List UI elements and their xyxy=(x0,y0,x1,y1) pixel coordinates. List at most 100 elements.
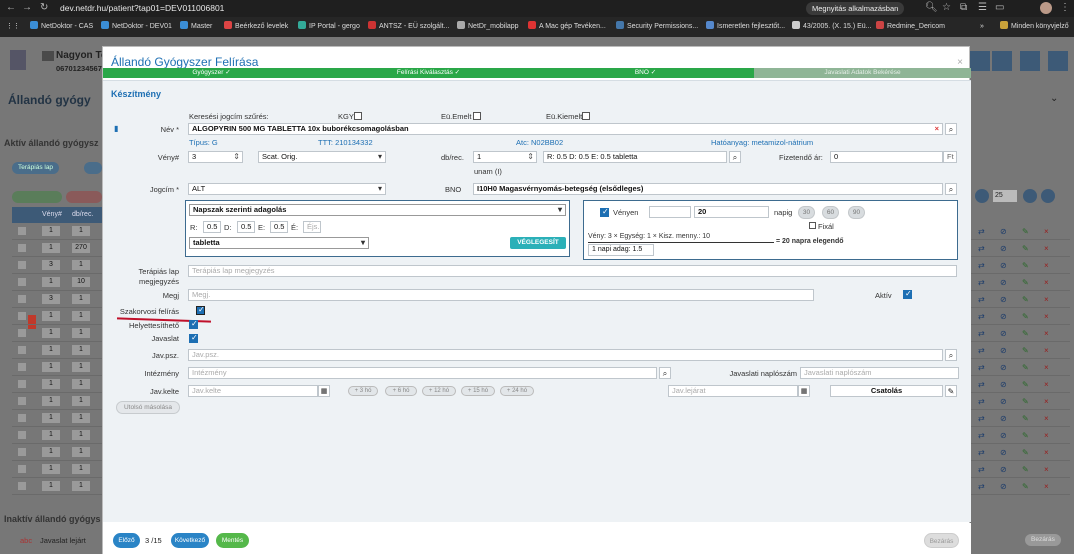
fizetendo-input[interactable]: 0 xyxy=(830,151,943,163)
all-bookmarks[interactable]: Minden könyvjelző xyxy=(1000,21,1069,33)
adagolas-input[interactable]: R: 0.5 D: 0.5 E: 0.5 tabletta xyxy=(543,151,727,163)
fizetendo-unit: Ft xyxy=(943,151,957,163)
bookmarks-overflow-icon[interactable]: » xyxy=(980,21,984,33)
bg-row-checkbox xyxy=(18,346,26,354)
swap-icon: ⇄ xyxy=(978,244,985,253)
address-bar[interactable]: dev.netdr.hu/patient?tap01=DEV011006801 xyxy=(60,0,224,17)
period-24-button[interactable]: + 24 hó xyxy=(500,386,534,396)
bookmark-9[interactable]: Security Permissions... xyxy=(616,21,698,33)
ttt-text: TTT: 210134332 xyxy=(318,138,373,147)
venyen-checkbox[interactable] xyxy=(600,207,609,217)
bno-search-icon[interactable]: ⌕ xyxy=(945,183,957,195)
szakorvosi-checkbox[interactable] xyxy=(196,305,205,315)
clear-icon[interactable]: × xyxy=(935,124,939,134)
r-input[interactable]: 0.5 xyxy=(203,221,221,233)
javkelte-input[interactable]: Jav.kelte xyxy=(188,385,318,397)
step-gyogyszer[interactable]: Gyógyszer ✓ xyxy=(103,68,320,78)
bookmark-label: Master xyxy=(191,23,213,30)
save-button[interactable]: Mentés xyxy=(216,533,249,548)
bookmark-7[interactable]: NetDr_mobilapp xyxy=(457,21,519,33)
intezmeny-input[interactable]: Intézmény xyxy=(188,367,657,379)
bookmark-label: A Mac gép Tevéken... xyxy=(539,23,606,30)
days-30-button[interactable]: 30 xyxy=(798,206,815,219)
adagolas-search-icon[interactable]: ⌕ xyxy=(729,151,741,163)
utolso-masolasa-button[interactable]: Utolsó másolása xyxy=(116,401,180,414)
javpsz-search-icon[interactable]: ⌕ xyxy=(945,349,957,361)
bookmark-8[interactable]: A Mac gép Tevéken... xyxy=(528,21,606,33)
e-input[interactable]: 0.5 xyxy=(270,221,288,233)
zoom-icon[interactable]: 🔍︎ xyxy=(925,2,938,13)
dosing-mode-select[interactable]: Napszak szerinti adagolás xyxy=(189,204,566,216)
nev-search-icon[interactable]: ⌕ xyxy=(945,123,957,135)
bno-input[interactable]: I10H0 Magasvérnyomás-betegség (elsődlege… xyxy=(473,183,943,195)
terapias-input[interactable]: Terápiás lap megjegyzés xyxy=(188,265,957,277)
bookmark-6[interactable]: ANTSZ - EÜ szolgált... xyxy=(368,21,449,33)
napig-input[interactable]: 20 xyxy=(694,206,769,218)
attach-icon[interactable]: ✎ xyxy=(945,385,957,397)
bg-row-veny: 1 xyxy=(42,396,60,406)
close-button[interactable]: Bezárás xyxy=(924,533,959,548)
eu-emelt-checkbox[interactable] xyxy=(473,112,481,120)
bg-row-veny: 1 xyxy=(42,362,60,372)
megj-input[interactable]: Megj. xyxy=(188,289,814,301)
formula-line xyxy=(588,242,774,243)
javaslat-checkbox[interactable] xyxy=(189,333,198,343)
helyettesitheto-checkbox[interactable] xyxy=(189,319,198,329)
javlejarat-calendar-icon[interactable]: ▦ xyxy=(798,385,810,397)
javpsz-input[interactable]: Jav.psz. xyxy=(188,349,943,361)
days-60-button[interactable]: 60 xyxy=(822,206,839,219)
avatar[interactable] xyxy=(1040,2,1052,14)
veny-type-select[interactable]: Scat. Orig. xyxy=(258,151,386,163)
hatoanyag-text: Hatóanyag: metamizol-nátrium xyxy=(711,138,814,147)
bookmark-1[interactable]: NetDoktor - CAS xyxy=(30,21,93,33)
reload-icon[interactable]: ↻ xyxy=(40,2,48,13)
dbrec-input[interactable]: 1 xyxy=(473,151,537,163)
unit-select[interactable]: tabletta xyxy=(189,237,369,249)
step-bno[interactable]: BNO ✓ xyxy=(537,68,754,78)
extensions-icon[interactable]: ⧉ xyxy=(960,2,967,13)
period-15-button[interactable]: + 15 hó xyxy=(461,386,495,396)
eu-kiemelt-checkbox[interactable] xyxy=(582,112,590,120)
step-javaslat[interactable]: Javaslati Adatok Bekérése xyxy=(754,68,971,78)
more-icon[interactable]: ⋮ xyxy=(1060,2,1070,13)
block-icon: ⊘ xyxy=(1000,261,1007,270)
prev-button[interactable]: Előző xyxy=(113,533,140,548)
step-feliras[interactable]: Felírási Kiválasztás ✓ xyxy=(320,68,537,78)
bookmark-5[interactable]: IP Portal - gergo xyxy=(298,21,360,33)
veny-input[interactable]: 3 xyxy=(188,151,243,163)
bookmark-3[interactable]: Master xyxy=(180,21,212,33)
modal-close-icon[interactable]: × xyxy=(957,57,963,68)
javkelte-calendar-icon[interactable]: ▦ xyxy=(318,385,330,397)
period-6-button[interactable]: + 6 hó xyxy=(385,386,417,396)
naplo-input[interactable]: Javaslati naplószám xyxy=(800,367,959,379)
back-icon[interactable]: ← xyxy=(6,2,16,13)
venyen-input[interactable] xyxy=(649,206,691,218)
nev-input[interactable]: ALGOPYRIN 500 MG TABLETTA 10x buborékcso… xyxy=(188,123,943,135)
menu-icon[interactable]: ☰ xyxy=(978,2,987,13)
open-in-app-button[interactable]: Megnyitás alkalmazásban xyxy=(806,2,905,15)
fixal-checkbox[interactable] xyxy=(809,222,816,229)
forward-icon[interactable]: → xyxy=(22,2,32,13)
intezmeny-search-icon[interactable]: ⌕ xyxy=(659,367,671,379)
bookmark-2[interactable]: NetDoktor - DEV01 xyxy=(101,21,172,33)
apps-icon[interactable]: ⋮⋮ xyxy=(6,21,20,33)
bookmark-11[interactable]: 43/2005. (X. 15.) Eü... xyxy=(792,21,872,33)
sidepanel-icon[interactable]: ▭ xyxy=(995,2,1004,13)
period-12-button[interactable]: + 12 hó xyxy=(422,386,456,396)
kgy-checkbox[interactable] xyxy=(354,112,362,120)
book-icon[interactable]: ▮ xyxy=(114,124,118,133)
d-input[interactable]: 0.5 xyxy=(237,221,255,233)
days-90-button[interactable]: 90 xyxy=(848,206,865,219)
jogcim-select[interactable]: ALT xyxy=(188,183,386,195)
star-icon[interactable]: ☆ xyxy=(942,2,951,13)
bookmark-4[interactable]: Beérkező levelek xyxy=(224,21,288,33)
finalize-button[interactable]: VÉGLEGESÍT xyxy=(510,237,566,249)
csatolas-field[interactable]: Csatolás xyxy=(830,385,943,397)
javlejarat-input[interactable]: Jav.lejárat xyxy=(668,385,798,397)
period-3-button[interactable]: + 3 hó xyxy=(348,386,378,396)
bookmark-12[interactable]: Redmine_Dericom xyxy=(876,21,945,33)
next-button[interactable]: Következő xyxy=(171,533,209,548)
e2-input[interactable]: Éjs. xyxy=(303,221,321,233)
aktiv-checkbox[interactable] xyxy=(903,289,912,299)
bookmark-10[interactable]: Ismeretlen fejlesztőt... xyxy=(706,21,785,33)
